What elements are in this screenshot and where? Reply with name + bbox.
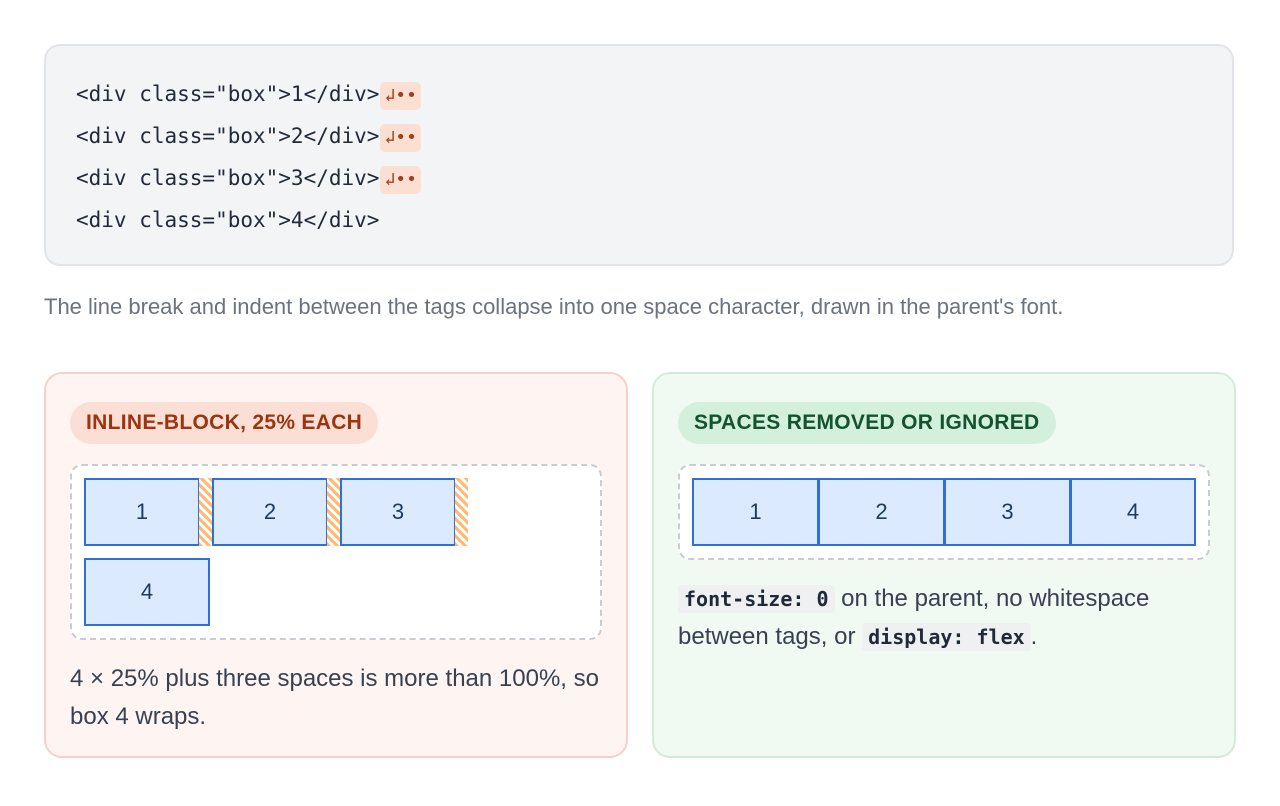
box: 2 <box>212 478 328 546</box>
whitespace-marker: ↲•• <box>380 124 421 152</box>
panel-title: INLINE-BLOCK, 25% EACH <box>70 402 379 444</box>
space-gap <box>327 478 340 546</box>
box: 4 <box>84 558 210 626</box>
box: 4 <box>1070 478 1196 546</box>
inline-code: font-size: 0 <box>678 585 835 613</box>
code-line: <div class="box">1</div> ↲•• <box>76 76 1232 118</box>
panel-explanation: font-size: 0 on the parent, no whitespac… <box>678 580 1218 656</box>
inline-block-panel: INLINE-BLOCK, 25% EACH 1 2 3 4 4 × 25% p… <box>44 372 628 758</box>
code-line: <div class="box">3</div> ↲•• <box>76 160 1232 202</box>
inline-code: display: flex <box>862 623 1031 651</box>
box: 3 <box>340 478 456 546</box>
code-block: <div class="box">1</div> ↲•• <div class="… <box>44 44 1234 266</box>
code-line: <div class="box">2</div> ↲•• <box>76 118 1232 160</box>
code-text: <div class="box">2</div> <box>76 124 380 148</box>
code-text: <div class="box">4</div> <box>76 208 380 232</box>
code-text: <div class="box">1</div> <box>76 82 380 106</box>
box: 1 <box>692 478 819 546</box>
box: 2 <box>818 478 945 546</box>
code-text: <div class="box">3</div> <box>76 166 380 190</box>
whitespace-marker: ↲•• <box>380 82 421 110</box>
space-gap <box>199 478 212 546</box>
panel-explanation: 4 × 25% plus three spaces is more than 1… <box>70 665 599 730</box>
space-gap <box>455 478 468 546</box>
panel-title: SPACES REMOVED OR IGNORED <box>678 402 1056 444</box>
box: 1 <box>84 478 200 546</box>
code-line: <div class="box">4</div> <box>76 202 1232 244</box>
box: 3 <box>944 478 1071 546</box>
spaces-removed-panel: SPACES REMOVED OR IGNORED 1 2 3 4 font-s… <box>652 372 1236 758</box>
caption: The line break and indent between the ta… <box>44 294 1064 319</box>
explanation-text: . <box>1030 623 1038 650</box>
inline-block-demo: 1 2 3 4 <box>70 464 602 640</box>
whitespace-marker: ↲•• <box>380 166 421 194</box>
flex-demo: 1 2 3 4 <box>678 464 1210 560</box>
